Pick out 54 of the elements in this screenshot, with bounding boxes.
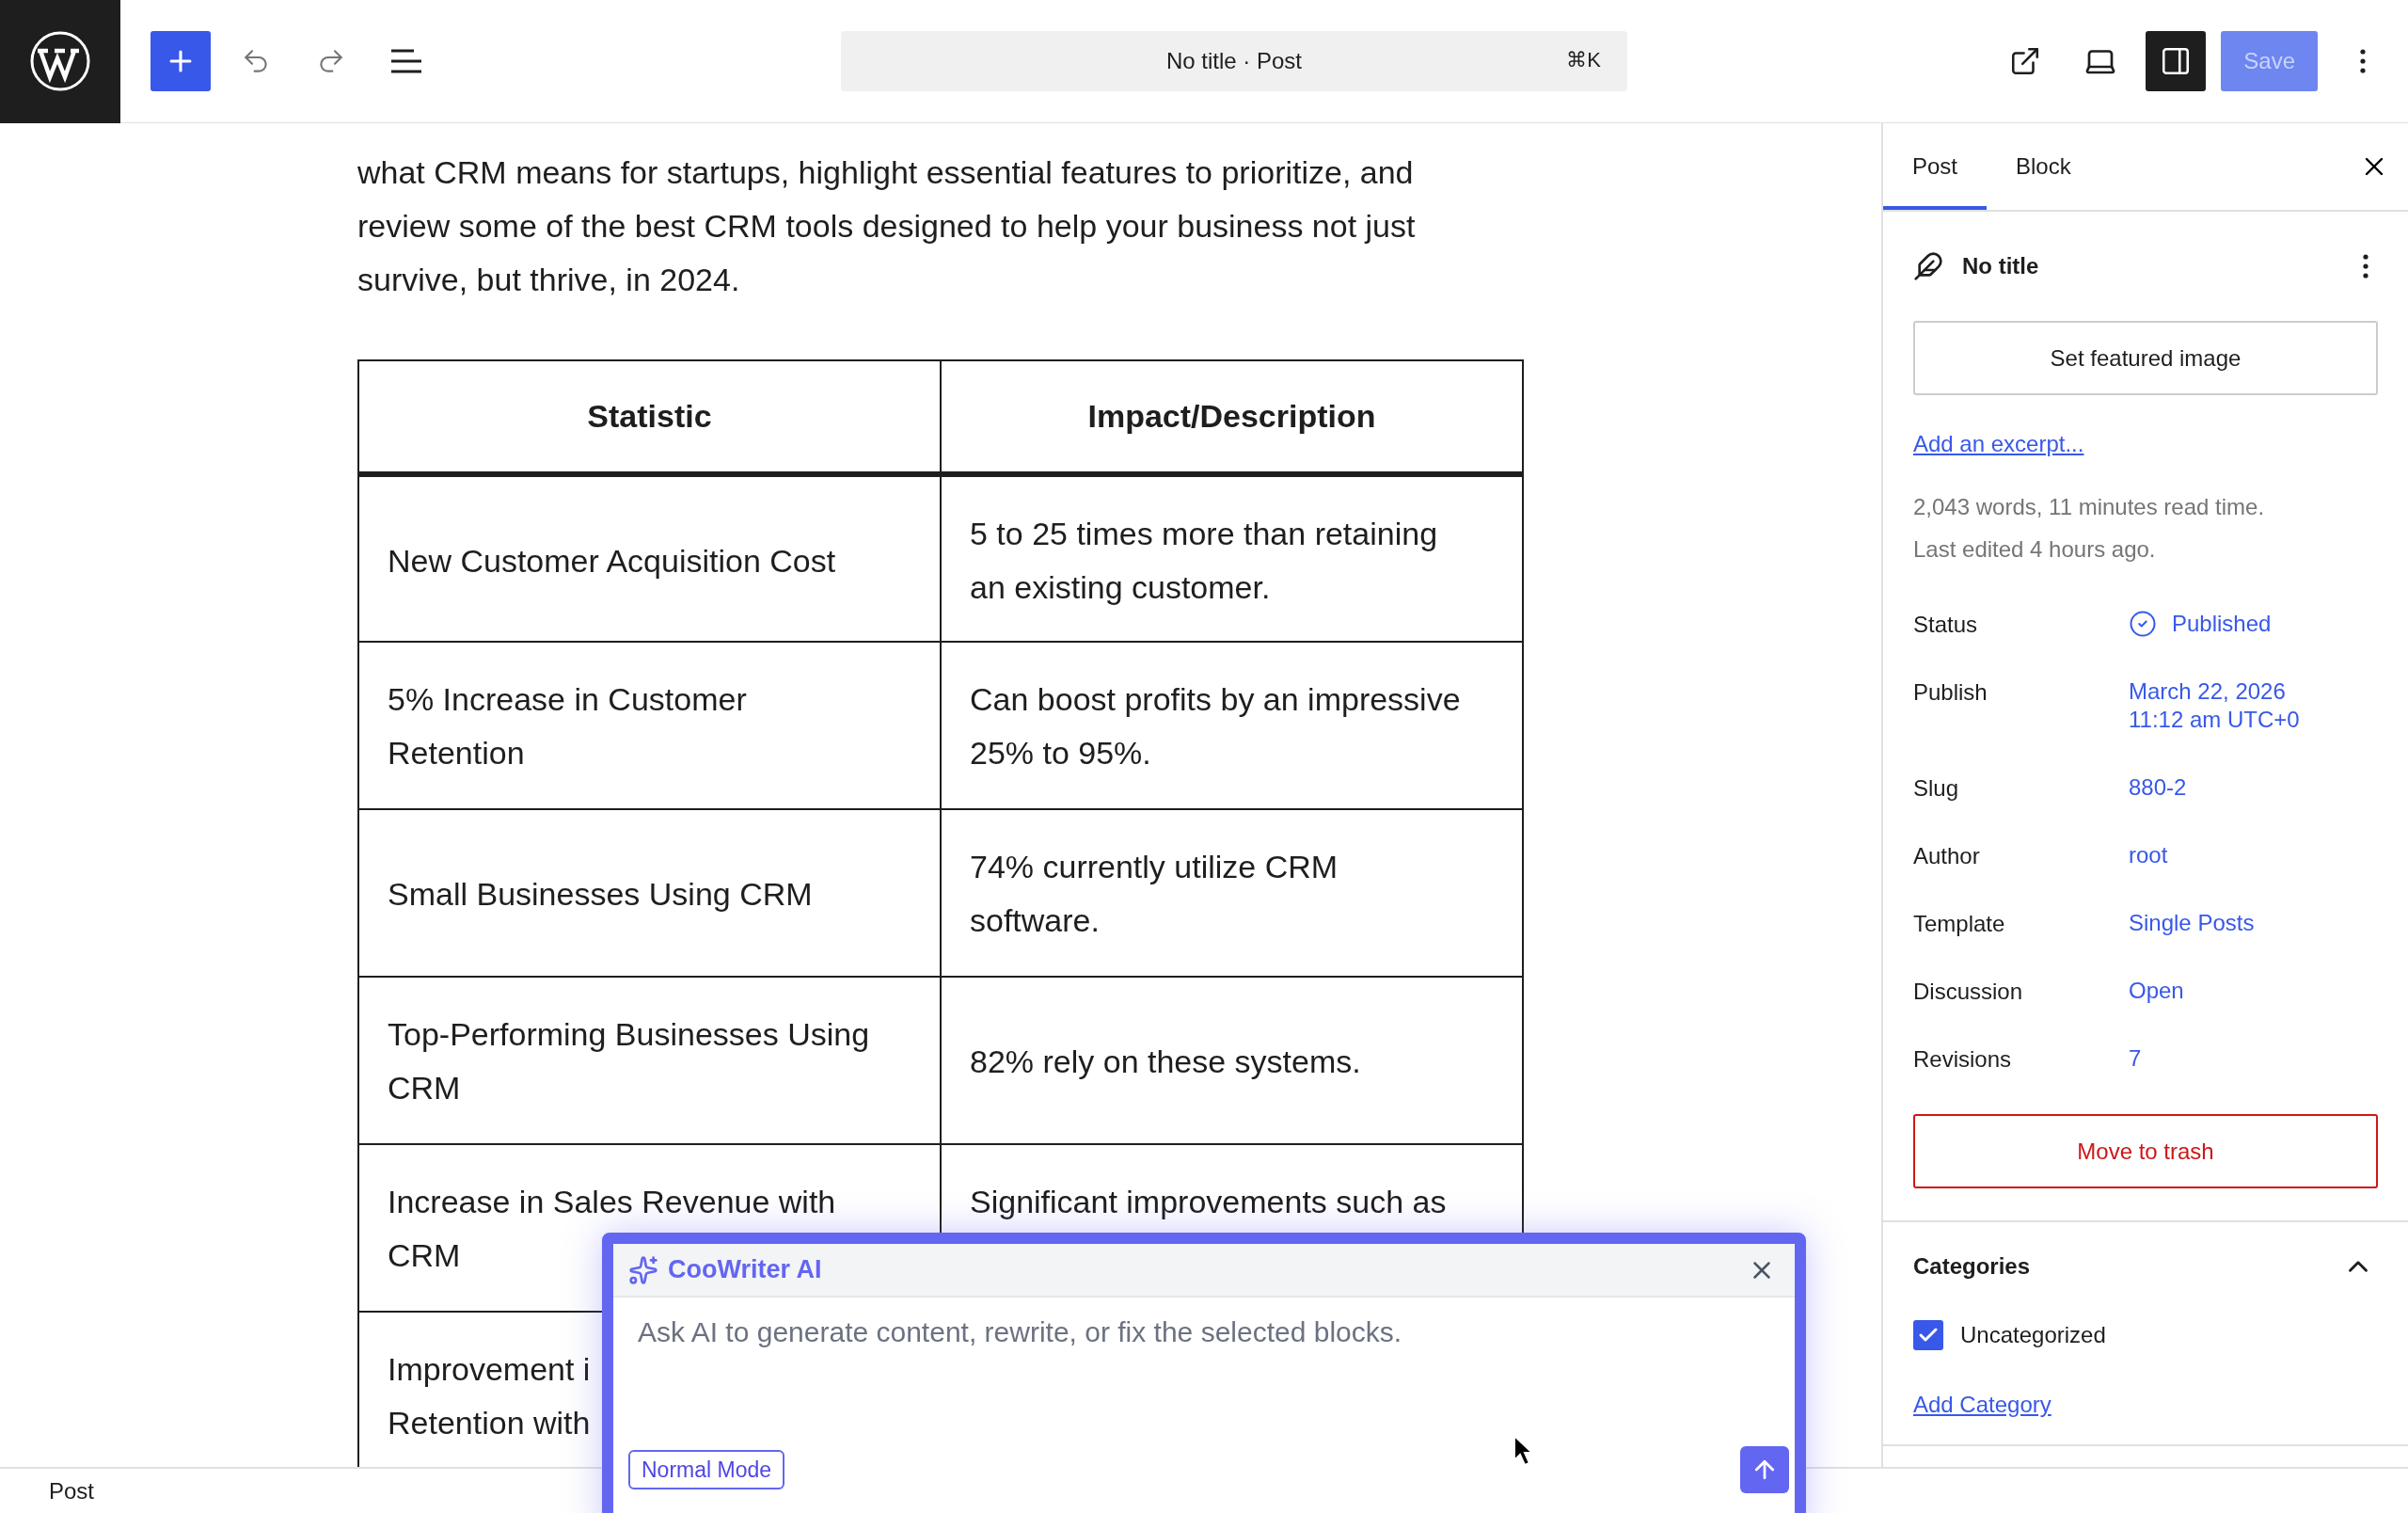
field-value[interactable]: 7 [2129,1044,2142,1073]
settings-toggle-button[interactable] [2146,31,2207,91]
table-cell: New Customer Acquisition Cost [358,474,941,642]
mode-button[interactable]: Normal Mode [628,1450,785,1489]
field-label: Slug [1913,774,1960,802]
prompt-input[interactable]: Ask AI to generate content, rewrite, or fix the selected blocks. [636,1314,1772,1418]
table-cell: 5% Increase in Customer Retention [358,642,941,809]
field-label: Template [1913,910,2006,937]
excerpt-link[interactable]: Add an excerpt... [1913,431,2084,457]
list-icon [389,47,423,75]
field-value[interactable]: root [2129,841,2168,869]
field-label: Author [1913,842,1981,869]
categories-toggle[interactable]: Categories [1913,1250,2378,1282]
status-value[interactable]: Published [2129,610,2272,638]
table-cell: 82% rely on these systems. [941,977,1523,1144]
check-circle-icon [2129,610,2157,638]
add-category-link[interactable]: Add Category [1913,1392,2052,1418]
post-stats: 2,043 words, 11 minutes read time. [1913,493,2266,521]
post-stats: Last edited 4 hours ago. [1913,535,2157,564]
trash-button[interactable]: Move to trash [1913,1114,2378,1188]
popup-title: CooWriter AI [668,1255,822,1284]
field-value[interactable]: 880-2 [2129,773,2187,802]
field-label: Publish [1913,678,1988,706]
paragraph: what CRM means for startups, highlight essential features to prioritize, and review some of the best CRM tools designed to help your business not just survive, but thrive, in 2024. [357,153,1417,299]
table-cell: Top-Performing Businesses Using CRM [358,977,941,1144]
logo-icon[interactable] [0,0,120,123]
field-value[interactable]: Open [2129,977,2184,1005]
table-cell: Can boost profits by an impressive 25% to 95%. [941,642,1523,809]
column-header: Statistic [358,360,941,474]
sidebar-tab[interactable]: Post [1883,123,1988,210]
table-cell: 74% currently utilize CRM software. [941,809,1523,977]
shortcut-hint: ⌘K [1566,48,1601,72]
field-label: Revisions [1913,1045,2013,1073]
field-label: Discussion [1913,978,2024,1005]
field-value[interactable]: Single Posts [2129,909,2255,937]
sparkles-icon [628,1254,658,1285]
more-icon [2363,254,2368,279]
command-palette[interactable]: No title · Post ⌘K [841,31,1627,91]
table-cell: Small Businesses Using CRM [358,809,941,977]
feather-icon [1913,251,1943,281]
sidebar-tab[interactable]: Block [1987,123,2100,210]
send-button[interactable] [1740,1446,1789,1493]
field-label: Status [1913,611,1979,638]
post-title: No title [1962,253,2039,279]
column-header: Impact/Description [941,360,1523,474]
prompt-field[interactable]: Ask AI to generate content, rewrite, or fix the selected blocks. Normal Mode [613,1298,1795,1513]
more-icon [2360,49,2366,73]
category-label: Uncategorized [1960,1322,2106,1348]
options-button[interactable] [2363,254,2368,279]
field-value[interactable]: March 22, 2026 11:12 am UTC+0 [2129,677,2300,734]
checkbox[interactable] [1913,1320,1943,1350]
featured-image-button[interactable]: Set featured image [1913,321,2378,395]
table-cell: 5 to 25 times more than retaining an existing customer. [941,474,1523,642]
add-block-button[interactable] [150,31,211,91]
